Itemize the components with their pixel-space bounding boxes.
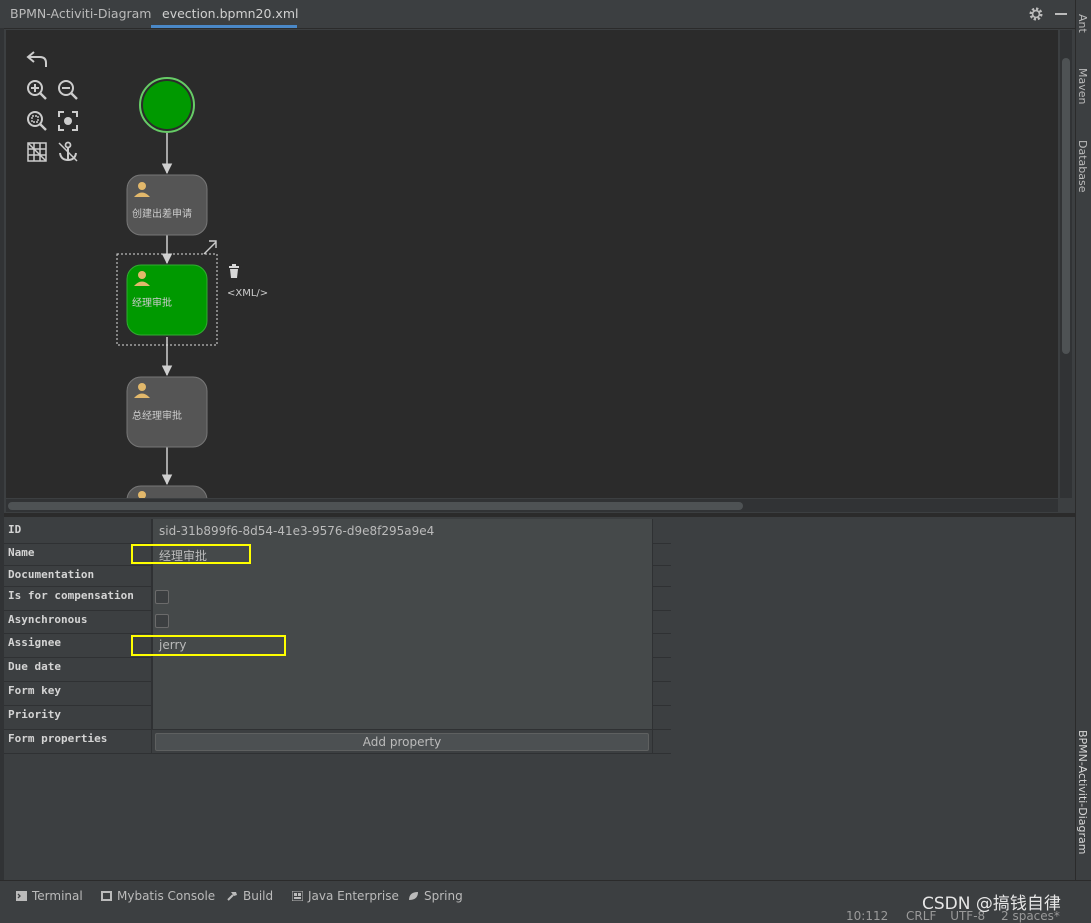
undo-icon[interactable] [25,47,49,71]
watermark: CSDN @搞钱自律 [922,894,1061,914]
name-highlight-box [131,544,251,564]
property-key: Is for compensation [8,589,134,602]
id-value-cell: sid-31b899f6-8d54-41e3-9576-d9e8f295a9e4 [152,519,652,543]
maven-tool-tab[interactable]: Maven [1076,68,1089,104]
active-tab-indicator [151,25,297,28]
zoom-out-icon[interactable] [56,78,80,102]
start-event[interactable] [143,81,191,129]
build-label: Build [243,889,274,903]
java-enterprise-tool-button[interactable]: Java Enterprise [292,889,399,903]
row-end-cell [652,543,672,565]
property-key: Documentation [8,568,95,581]
tab-bpmn-activiti-diagram[interactable]: BPMN-Activiti-Diagram [0,0,162,28]
row-end-cell [652,633,672,657]
minimize-icon[interactable] [1055,13,1067,15]
property-key: Name [8,546,35,559]
property-row-form-key: Form key [4,681,671,706]
delete-icon[interactable] [229,264,239,278]
gear-icon[interactable] [1028,6,1044,22]
property-row-asynchronous: Asynchronous [4,610,671,634]
mybatis-console-label: Mybatis Console [117,889,216,903]
add-property-button[interactable]: Add property [155,733,649,751]
build-tool-button[interactable]: Build [227,889,273,903]
property-key: Form properties [8,732,108,745]
java-enterprise-label: Java Enterprise [308,889,399,903]
task-label: 创建出差申请 [132,209,192,220]
spring-tool-button[interactable]: Spring [408,889,463,903]
mybatis-console-tool-button[interactable]: Mybatis Console [101,889,215,903]
property-row-name: 经理审批 Name [4,543,671,566]
property-key: Priority [8,708,61,721]
console-icon [101,891,112,901]
diagram-svg [116,77,239,498]
center-icon[interactable] [56,109,80,133]
terminal-label: Terminal [32,889,83,903]
terminal-icon [16,891,27,901]
property-key: Form key [8,684,61,697]
row-end-cell [652,681,672,705]
xml-link[interactable]: <XML/> [227,288,268,299]
assignee-highlight-box [131,635,286,656]
zoom-in-icon[interactable] [25,78,49,102]
tab-evection-bpmn20-xml[interactable]: evection.bpmn20.xml [152,0,308,28]
java-enterprise-icon [292,891,303,901]
row-end-cell [652,519,672,543]
priority-value-cell[interactable] [152,705,652,729]
property-row-due-date: Due date [4,657,671,682]
connect-arrow-icon[interactable] [203,240,217,255]
vertical-scrollbar-thumb[interactable] [1062,58,1070,354]
id-value: sid-31b899f6-8d54-41e3-9576-d9e8f295a9e4 [159,524,435,538]
asynchronous-checkbox[interactable] [155,614,169,628]
property-row-id: sid-31b899f6-8d54-41e3-9576-d9e8f295a9e4… [4,519,671,544]
bpmn-activiti-diagram-tool-tab[interactable]: BPMN-Activiti-Diagram [1076,730,1089,855]
horizontal-scrollbar-thumb[interactable] [8,502,743,510]
hammer-icon [227,892,237,901]
spring-icon [409,892,418,900]
ant-tool-tab[interactable]: Ant [1076,14,1089,33]
documentation-value-cell[interactable] [152,565,652,586]
anchor-icon[interactable] [56,140,80,164]
diagram-canvas[interactable]: 创建出差申请 经理审批 总经理审批 <XML/> [6,30,1058,498]
task-label: 经理审批 [132,298,172,309]
row-end-cell [652,729,672,753]
compensation-checkbox[interactable] [155,590,169,604]
compensation-value-cell [152,586,652,610]
property-key: Due date [8,660,61,673]
row-end-cell [652,565,672,586]
property-key: ID [8,523,22,536]
zoom-fit-icon[interactable] [25,109,49,133]
property-row-assignee: jerry Assignee [4,633,671,658]
due-date-value-cell[interactable] [152,657,652,681]
property-row-priority: Priority [4,705,671,730]
property-key: Assignee [8,636,61,649]
asynchronous-value-cell [152,610,652,633]
task-label: 总经理审批 [132,411,182,422]
property-key: Asynchronous [8,613,88,626]
spring-label: Spring [424,889,463,903]
row-end-cell [652,705,672,729]
row-end-cell [652,610,672,633]
form-key-value-cell[interactable] [152,681,652,705]
property-row-compensation: Is for compensation [4,586,671,611]
grid-icon[interactable] [25,140,49,164]
terminal-tool-button[interactable]: Terminal [16,889,83,903]
row-end-cell [652,657,672,681]
database-tool-tab[interactable]: Database [1076,140,1089,193]
row-end-cell [652,586,672,610]
property-row-documentation: Documentation [4,565,671,587]
